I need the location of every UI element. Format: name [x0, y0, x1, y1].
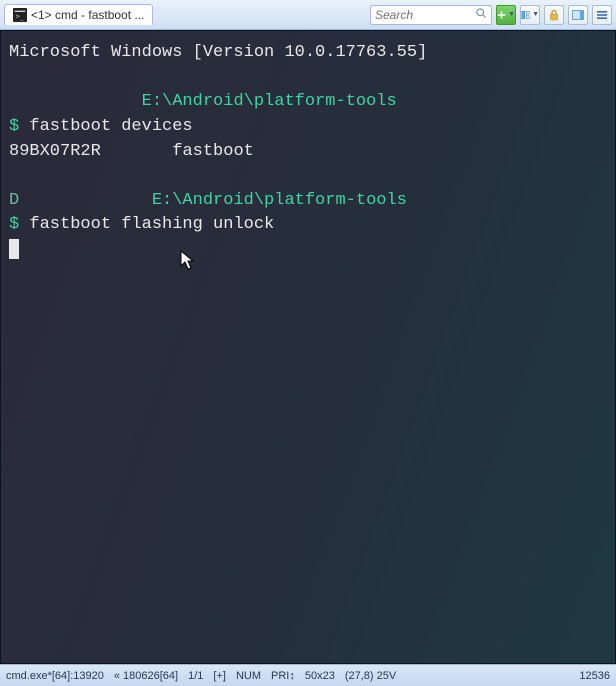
prompt-path: E:\Android\platform-tools: [142, 92, 397, 111]
status-pages: 1/1: [188, 670, 203, 682]
command-1: fastboot devices: [29, 117, 192, 136]
status-size: 50x23: [305, 670, 335, 682]
prompt-symbol-2: $: [9, 215, 19, 234]
search-icon[interactable]: [475, 7, 487, 22]
status-insert: [+]: [213, 670, 226, 682]
search-input[interactable]: [375, 8, 475, 22]
status-priority: PRI↕: [271, 670, 295, 682]
terminal-content[interactable]: Microsoft Windows [Version 10.0.17763.55…: [0, 30, 616, 664]
status-process: cmd.exe*[64]:13920: [6, 670, 104, 682]
chevron-down-icon: ▼: [532, 11, 539, 18]
terminal-area[interactable]: Microsoft Windows [Version 10.0.17763.55…: [0, 30, 616, 664]
tab-cmd[interactable]: >_ <1> cmd - fastboot ...: [4, 4, 153, 25]
search-box[interactable]: [370, 5, 492, 25]
tab-title: <1> cmd - fastboot ...: [31, 8, 144, 22]
prompt-symbol: $: [9, 117, 19, 136]
status-build: « 180626[64]: [114, 670, 178, 682]
status-pid: 12536: [579, 670, 610, 682]
status-pos: (27,8) 25V: [345, 670, 396, 682]
command-2: fastboot flashing unlock: [29, 215, 274, 234]
device-serial: 89BX07R2R: [9, 142, 101, 161]
new-tab-button[interactable]: ▼: [496, 5, 516, 25]
text-cursor: [9, 239, 19, 259]
tab-bar: >_ <1> cmd - fastboot ... ▼ ▼: [0, 0, 616, 30]
panel-button[interactable]: [568, 5, 588, 25]
lock-button[interactable]: [544, 5, 564, 25]
chevron-down-icon: ▼: [508, 11, 515, 18]
svg-text:>_: >_: [16, 13, 25, 21]
status-numlock: NUM: [236, 670, 261, 682]
split-grid-button[interactable]: ▼: [520, 5, 540, 25]
prompt-prefix: D: [9, 191, 121, 210]
menu-button[interactable]: [592, 5, 612, 25]
terminal-icon: >_: [13, 8, 27, 22]
windows-version-line: Microsoft Windows [Version 10.0.17763.55…: [9, 43, 427, 62]
status-bar: cmd.exe*[64]:13920 « 180626[64] 1/1 [+] …: [0, 664, 616, 686]
prompt-redacted: [9, 92, 131, 111]
device-state: fastboot: [172, 142, 254, 161]
prompt-path-2: E:\Android\platform-tools: [152, 191, 407, 210]
